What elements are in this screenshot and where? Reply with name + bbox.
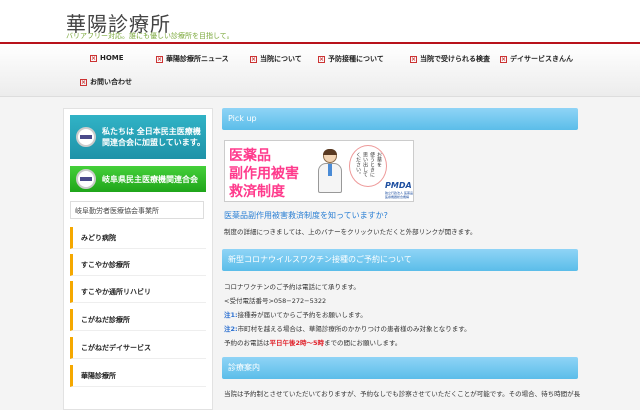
hours-highlight: 平日午後2時〜5時 xyxy=(269,339,325,347)
pmda-relief-banner[interactable]: 医薬品 副作用被害 救済制度 お薬を 使うときに 思い出して ください。 PMD… xyxy=(224,140,414,202)
sidebar: 私たちは 全日本民主医療機関連合会に加盟しています。 岐阜県民主医療機関連合会 … xyxy=(63,108,213,410)
covid-note-2: 注2:市町村を越える場合は、華陽診療所のかかりつけの患者様のみ対象となります。 xyxy=(224,323,471,333)
sidebar-link-sukoyaka-clinic[interactable]: すこやか診療所 xyxy=(70,254,206,276)
broken-image-icon: × xyxy=(156,55,163,63)
note-label: 注2: xyxy=(224,325,238,333)
nav-item-home[interactable]: × HOME xyxy=(90,54,124,62)
nav-item-contact[interactable]: × お問い合わせ xyxy=(80,77,132,87)
min-iren-logo-icon xyxy=(76,169,96,189)
pmda-banner-line2: 副作用被害 xyxy=(229,166,299,182)
sidebar-link-koganeda-day-service[interactable]: こがねだデイサービス xyxy=(70,337,206,359)
broken-image-icon: × xyxy=(250,55,257,63)
site-header: 華陽診療所 バリアフリー対応。誰にも優しい診療所を目指して。 xyxy=(0,0,640,42)
broken-image-icon: × xyxy=(500,55,507,63)
hours-suffix: までの間にお願いします。 xyxy=(324,339,402,347)
min-iren-banner[interactable]: 私たちは 全日本民主医療機関連合会に加盟しています。 xyxy=(70,115,206,159)
bubble-text: 思い出して xyxy=(362,152,368,177)
min-iren-logo-icon xyxy=(76,127,96,147)
main-content: Pick up 医薬品 副作用被害 救済制度 お薬を 使うときに 思い出して く… xyxy=(222,104,582,404)
sidebar-link-koganeda-clinic[interactable]: こがねだ診療所 xyxy=(70,309,206,331)
gifu-min-iren-banner[interactable]: 岐阜県民主医療機関連合会 xyxy=(70,166,206,192)
bubble-text: 使うときに xyxy=(369,152,375,177)
nav-item-label: 当院で受けられる検査 xyxy=(420,55,490,63)
nav-item-label: お問い合わせ xyxy=(90,78,132,86)
consultation-heading: 診療案内 xyxy=(222,357,578,379)
nav-item-label: 華陽診療所ニュース xyxy=(166,55,229,63)
covid-hours-line: 予約のお電話は平日午後2時〜5時までの間にお願いします。 xyxy=(224,337,401,347)
nav-item-label: 当院について xyxy=(260,55,302,63)
pmda-banner-line3: 救済制度 xyxy=(229,184,285,200)
broken-image-icon: × xyxy=(410,55,417,63)
covid-vaccine-heading: 新型コロナウイルスワクチン接種のご予約について xyxy=(222,249,578,271)
doctor-illustration xyxy=(315,149,345,195)
covid-phone-line: <受付電話番号>058−272−5322 xyxy=(224,297,327,305)
nav-item-about[interactable]: × 当院について xyxy=(250,54,302,64)
sidebar-link-midori-hospital[interactable]: みどり病院 xyxy=(70,227,206,249)
broken-image-icon: × xyxy=(90,54,97,62)
note-text: 市町村を越える場合は、華陽診療所のかかりつけの患者様のみ対象となります。 xyxy=(237,325,471,333)
bubble-text: ください。 xyxy=(355,152,361,177)
pmda-banner-line1: 医薬品 xyxy=(229,148,271,164)
broken-image-icon: × xyxy=(80,78,87,86)
nav-item-day-service[interactable]: × デイサービスきんん xyxy=(500,54,573,64)
note-text: 接種券が届いてからご予約をお願いします。 xyxy=(237,311,367,319)
gifu-min-iren-banner-text: 岐阜県民主医療機関連合会 xyxy=(102,174,198,184)
main-nav: × HOME × 華陽診療所ニュース × 当院について × 予防接種について × 当院で受… xyxy=(0,44,640,97)
speech-bubble: お薬を 使うときに 思い出して ください。 xyxy=(349,145,387,187)
sidebar-heading: 岐阜勤労者医療協会事業所 xyxy=(70,201,204,219)
sidebar-link-kayo-clinic[interactable]: 華陽診療所 xyxy=(70,365,206,387)
pmda-logo-subtitle: 独立行政法人 医薬品医療機器総合機構 xyxy=(385,191,413,199)
nav-item-label: 予防接種について xyxy=(328,55,384,63)
broken-image-icon: × xyxy=(318,55,325,63)
covid-note-1: 注1:接種券が届いてからご予約をお願いします。 xyxy=(224,309,367,319)
min-iren-banner-text: 私たちは 全日本民主医療機関連合会に加盟しています。 xyxy=(102,127,205,147)
pickup-link[interactable]: 医薬品副作用被害救済制度を知っていますか? xyxy=(224,210,388,221)
pickup-heading: Pick up xyxy=(222,108,578,130)
bubble-text: お薬を xyxy=(376,152,382,167)
nav-item-news[interactable]: × 華陽診療所ニュース xyxy=(156,54,229,64)
pmda-logo: PMDA xyxy=(385,181,412,190)
nav-item-label: HOME xyxy=(100,54,124,62)
site-tagline: バリアフリー対応。誰にも優しい診療所を目指して。 xyxy=(66,32,234,40)
nav-item-tests[interactable]: × 当院で受けられる検査 xyxy=(410,54,490,64)
covid-line-1: コロナワクチンのご予約は電話にて承ります。 xyxy=(224,283,360,291)
note-label: 注1: xyxy=(224,311,238,319)
pickup-note: 制度の詳細につきましては、上のバナーをクリックいただくと外部リンクが開きます。 xyxy=(224,228,477,236)
sidebar-link-sukoyaka-rehab[interactable]: すこやか通所リハビリ xyxy=(70,281,206,303)
hours-prefix: 予約のお電話は xyxy=(224,339,270,347)
consultation-text: 当院は予約制とさせていただいておりますが、予約なしでも診察させていただくことが可… xyxy=(224,390,581,398)
nav-item-vaccination[interactable]: × 予防接種について xyxy=(318,54,384,64)
nav-item-label: デイサービスきんん xyxy=(510,55,573,63)
